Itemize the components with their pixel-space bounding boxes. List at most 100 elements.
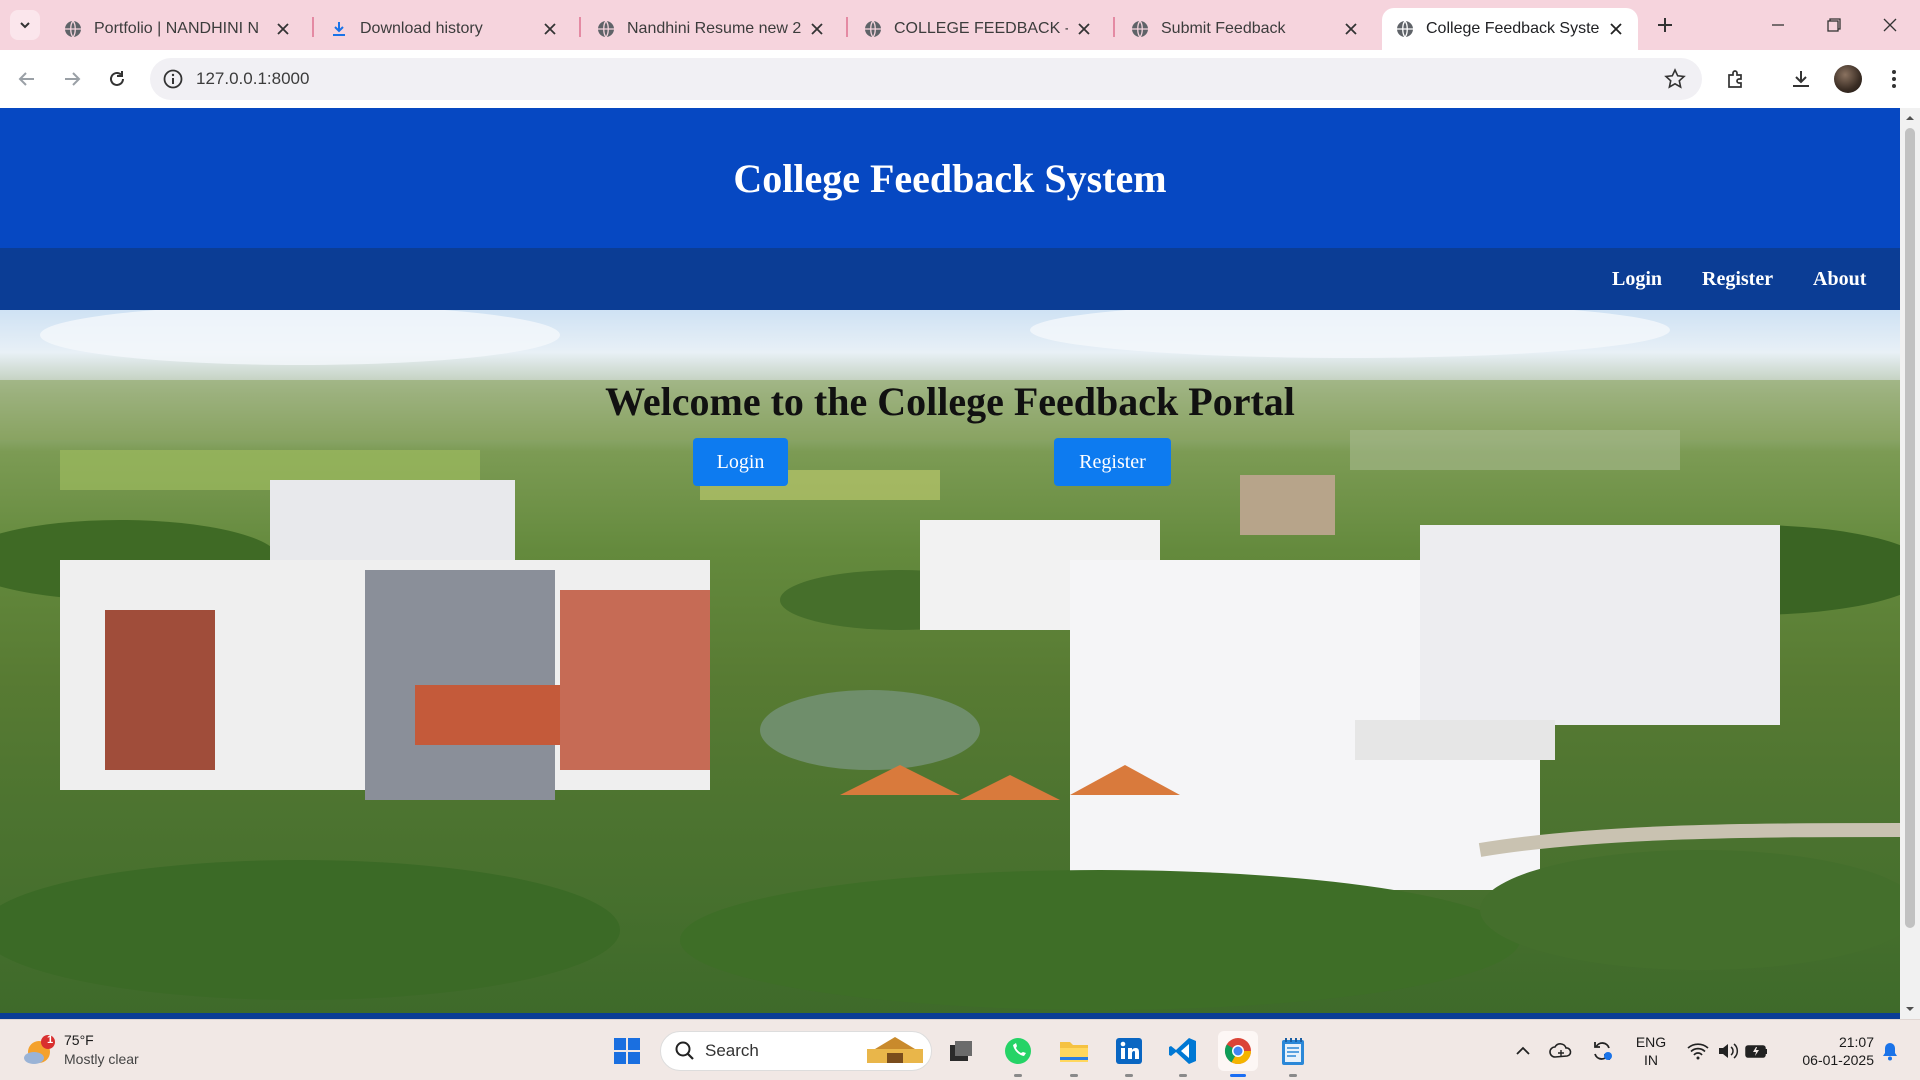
profile-avatar[interactable] [1834, 65, 1862, 93]
scroll-up-arrow-icon[interactable] [1905, 113, 1915, 123]
globe-icon [865, 20, 881, 38]
clock-date: 06-01-2025 [1802, 1052, 1874, 1068]
language-indicator[interactable]: ENG IN [1628, 1031, 1674, 1071]
forward-button[interactable] [57, 64, 87, 94]
running-indicator [1014, 1074, 1022, 1077]
bell-icon [1883, 1043, 1897, 1061]
running-indicator [1125, 1074, 1133, 1077]
task-view-icon [950, 1041, 972, 1061]
taskbar-chrome[interactable] [1218, 1031, 1258, 1077]
linkedin-icon [1116, 1038, 1142, 1064]
tab-separator [579, 17, 581, 37]
tab-search-button[interactable] [10, 10, 40, 40]
downloads-button[interactable] [1786, 64, 1816, 94]
whatsapp-icon [1005, 1038, 1031, 1064]
running-indicator [1289, 1074, 1297, 1077]
hero-register-button[interactable]: Register [1054, 438, 1171, 486]
scrollbar-thumb[interactable] [1905, 128, 1915, 928]
nav-about-link[interactable]: About [1813, 248, 1866, 310]
search-label: Search [705, 1041, 759, 1060]
site-title: College Feedback System [733, 155, 1167, 201]
battery-charging-icon [1745, 1045, 1767, 1058]
taskbar-notepad[interactable] [1273, 1031, 1313, 1077]
chrome-icon [1224, 1038, 1252, 1065]
taskbar-linkedin[interactable] [1109, 1031, 1149, 1077]
tab-title: COLLEGE FEEDBACK - Djan [894, 20, 1068, 37]
taskbar-task-view[interactable] [941, 1031, 981, 1071]
weather-widget[interactable]: 1 75°F Mostly clear [22, 1030, 182, 1072]
tab-title: College Feedback System [1426, 20, 1600, 37]
address-bar[interactable]: 127.0.0.1:8000 [150, 58, 1702, 100]
tab-title: Submit Feedback [1161, 20, 1286, 37]
tab-separator [312, 17, 314, 37]
running-indicator [1230, 1074, 1246, 1077]
taskbar-whatsapp[interactable] [998, 1031, 1038, 1077]
taskbar-file-explorer[interactable] [1054, 1031, 1094, 1077]
chevron-down-icon [20, 22, 30, 29]
page-viewport: College Feedback System Login Register A… [0, 108, 1900, 1019]
close-tab-icon[interactable] [273, 19, 293, 39]
close-tab-icon[interactable] [807, 19, 827, 39]
tab-title: Portfolio | NANDHINI N [94, 20, 260, 37]
tab-college-feedback-system[interactable]: College Feedback System [1382, 8, 1638, 50]
running-indicator [1179, 1074, 1187, 1077]
search-highlight-icon [867, 1037, 923, 1063]
tab-college-feedback-django[interactable]: COLLEGE FEEDBACK - Djan [850, 8, 1106, 50]
tab-title: Nandhini Resume new 2_( [627, 20, 801, 37]
onedrive-tray-icon[interactable] [1541, 1031, 1581, 1071]
url-text[interactable]: 127.0.0.1:8000 [196, 58, 309, 100]
close-tab-icon[interactable] [1074, 19, 1094, 39]
language-code: ENG [1635, 1034, 1667, 1050]
site-info-icon[interactable] [162, 68, 184, 90]
new-tab-button[interactable] [1650, 10, 1680, 40]
windows-logo-icon [614, 1038, 640, 1064]
close-tab-icon[interactable] [1606, 19, 1626, 39]
volume-icon [1719, 1043, 1739, 1059]
arrow-right-icon [65, 72, 81, 86]
browser-menu-button[interactable] [1879, 64, 1909, 94]
globe-icon [598, 20, 614, 38]
download-icon [333, 22, 345, 36]
arrow-left-icon [18, 72, 34, 86]
windows-taskbar: 1 75°F Mostly clear Search ENG IN 21:07 … [0, 1019, 1920, 1080]
refresh-sync-icon [1594, 1042, 1612, 1060]
extensions-button[interactable] [1721, 64, 1751, 94]
start-button[interactable] [607, 1031, 647, 1071]
plus-icon [1658, 18, 1672, 32]
site-nav: Login Register About [0, 248, 1900, 310]
tab-submit-feedback[interactable]: Submit Feedback [1117, 8, 1373, 50]
quick-settings-button[interactable] [1678, 1031, 1778, 1071]
scroll-down-arrow-icon[interactable] [1905, 1004, 1915, 1014]
download-icon [1793, 71, 1809, 87]
reload-button[interactable] [102, 64, 132, 94]
notepad-icon [1282, 1038, 1304, 1065]
bookmark-star-icon[interactable] [1664, 68, 1686, 90]
minimize-button[interactable] [1750, 0, 1805, 50]
notifications-button[interactable] [1874, 1031, 1906, 1071]
clock-button[interactable]: 21:07 06-01-2025 [1782, 1031, 1874, 1071]
nav-login-link[interactable]: Login [1612, 248, 1662, 310]
browser-tab-strip: Portfolio | NANDHINI N Download history … [0, 0, 1920, 50]
tab-download-history[interactable]: Download history [316, 8, 572, 50]
taskbar-search-box[interactable]: Search [660, 1031, 932, 1071]
hero-login-button[interactable]: Login [693, 438, 788, 486]
close-tab-icon[interactable] [1341, 19, 1361, 39]
show-hidden-icons-button[interactable] [1503, 1031, 1543, 1071]
taskbar-vscode[interactable] [1163, 1031, 1203, 1077]
search-icon [675, 1041, 694, 1060]
restore-button[interactable] [1806, 0, 1861, 50]
hero-title: Welcome to the College Feedback Portal [605, 379, 1295, 424]
restore-icon [1826, 18, 1841, 32]
page-scrollbar[interactable] [1900, 108, 1920, 1019]
nav-register-link[interactable]: Register [1702, 248, 1773, 310]
sync-tray-icon[interactable] [1582, 1031, 1622, 1071]
back-button[interactable] [12, 64, 42, 94]
close-window-button[interactable] [1862, 0, 1917, 50]
weather-badge: 1 [46, 1034, 54, 1046]
tab-portfolio[interactable]: Portfolio | NANDHINI N [50, 8, 305, 50]
weather-temperature: 75°F [64, 1032, 94, 1048]
tab-resume[interactable]: Nandhini Resume new 2_( [583, 8, 839, 50]
globe-icon [1132, 20, 1148, 38]
close-tab-icon[interactable] [540, 19, 560, 39]
globe-icon [1397, 20, 1413, 38]
